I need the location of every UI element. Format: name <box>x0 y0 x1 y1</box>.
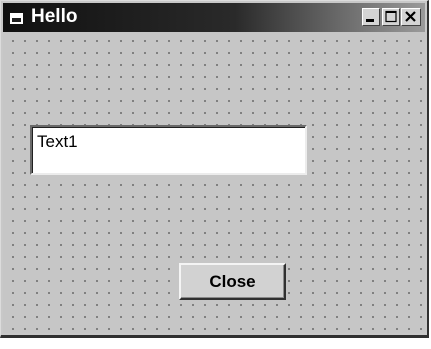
textbox-value: Text1 <box>37 132 78 151</box>
window-title: Hello <box>31 6 78 27</box>
close-window-button[interactable] <box>401 8 421 26</box>
minimize-button[interactable] <box>362 8 380 26</box>
title-bar[interactable]: Hello <box>3 3 425 32</box>
form-icon[interactable] <box>10 11 23 24</box>
text1-textbox[interactable]: Text1 <box>30 125 307 175</box>
form-design-surface[interactable]: Text1 Close <box>3 32 425 333</box>
app-window: Hello Text1 Close <box>0 0 429 338</box>
maximize-button[interactable] <box>382 8 400 26</box>
close-button[interactable]: Close <box>179 263 286 300</box>
